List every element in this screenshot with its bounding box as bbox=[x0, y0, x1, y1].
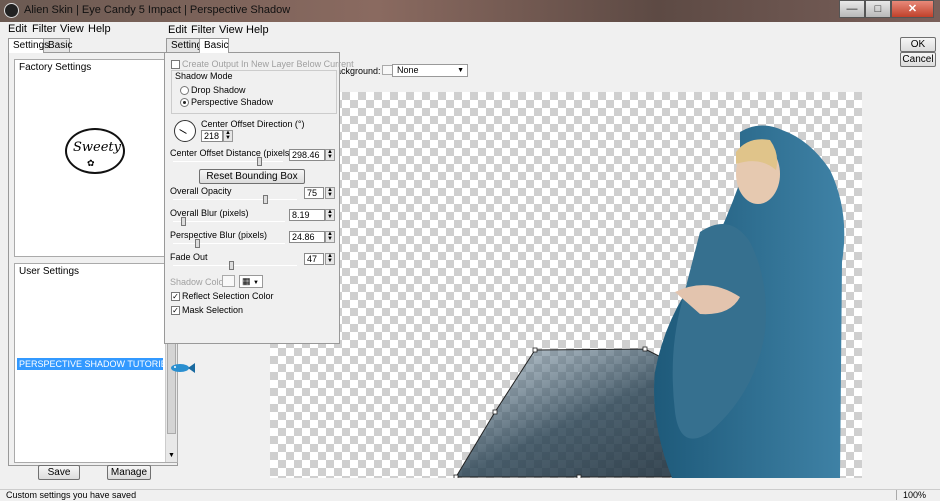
user-settings-label: User Settings bbox=[19, 266, 80, 277]
scroll-down-icon[interactable]: ▼ bbox=[167, 451, 176, 461]
maximize-button[interactable]: □ bbox=[865, 0, 891, 18]
status-bar: Custom settings you have saved 100% bbox=[0, 489, 940, 501]
basic-tab-settings[interactable]: Settings bbox=[166, 38, 207, 52]
preview-artwork bbox=[453, 125, 845, 478]
tab-settings[interactable]: Settings bbox=[8, 38, 49, 53]
opacity-stepper[interactable]: ▲ ▼ bbox=[325, 187, 335, 199]
chevron-down-icon: ▼ bbox=[457, 67, 464, 74]
perspective-shadow-radio[interactable] bbox=[180, 98, 189, 107]
manage-button[interactable]: Manage bbox=[107, 465, 151, 480]
mask-selection-checkbox[interactable]: ✓ bbox=[171, 306, 180, 315]
app-icon bbox=[4, 3, 19, 18]
chevron-down-icon: ▼ bbox=[253, 280, 259, 286]
create-output-checkbox[interactable] bbox=[171, 60, 180, 69]
status-text: Custom settings you have saved bbox=[6, 490, 137, 500]
distance-slider-thumb[interactable] bbox=[257, 157, 262, 166]
basic-panel: Create Output In New Layer Below Current… bbox=[164, 52, 354, 344]
user-settings-group: User Settings PERSPECTIVE SHADOW TUTORIE… bbox=[14, 263, 178, 463]
factory-settings-label: Factory Settings bbox=[19, 62, 92, 73]
overall-blur-input[interactable]: 8.19 bbox=[289, 209, 325, 221]
background-value: None bbox=[397, 65, 419, 75]
background-dropdown[interactable]: None ▼ bbox=[392, 64, 468, 77]
overall-blur-slider-thumb[interactable] bbox=[181, 217, 186, 226]
center-offset-direction-label: Center Offset Direction (°) bbox=[201, 119, 305, 129]
overall-blur-stepper[interactable]: ▲ ▼ bbox=[325, 209, 335, 221]
distance-stepper[interactable]: ▲ ▼ bbox=[325, 149, 335, 161]
direction-input[interactable]: 218 bbox=[201, 130, 223, 142]
perspective-blur-slider-thumb[interactable] bbox=[195, 239, 200, 248]
menu-help[interactable]: Help bbox=[88, 23, 111, 35]
basic-menu-bar: Edit Filter View Help bbox=[164, 23, 340, 38]
grid-icon: ▦ bbox=[242, 276, 251, 286]
settings-panel: Factory Settings Sweety ✿ User Settings … bbox=[8, 52, 178, 466]
drop-shadow-radio[interactable] bbox=[180, 86, 189, 95]
reflect-selection-color-label: Reflect Selection Color bbox=[182, 291, 274, 301]
title-bar: Alien Skin | Eye Candy 5 Impact | Perspe… bbox=[0, 0, 940, 22]
basic-menu-filter[interactable]: Filter bbox=[191, 24, 215, 36]
distance-input[interactable]: 298.46 bbox=[289, 149, 325, 161]
direction-dial[interactable] bbox=[174, 120, 196, 142]
menu-filter[interactable]: Filter bbox=[32, 23, 56, 35]
ok-button[interactable]: OK bbox=[900, 37, 936, 52]
save-button[interactable]: Save bbox=[38, 465, 80, 480]
basic-tab-basic[interactable]: Basic bbox=[199, 38, 229, 53]
fade-out-slider-thumb[interactable] bbox=[229, 261, 234, 270]
fish-pointer-icon bbox=[171, 363, 195, 373]
center-offset-distance-label: Center Offset Distance (pixels) bbox=[170, 148, 293, 158]
preview-canvas[interactable] bbox=[270, 92, 862, 478]
perspective-shadow-label: Perspective Shadow bbox=[191, 97, 274, 107]
fade-out-input[interactable]: 47 bbox=[304, 253, 324, 265]
perspective-blur-slider[interactable] bbox=[173, 243, 285, 244]
user-setting-item[interactable]: PERSPECTIVE SHADOW TUTORIEL 7 bbox=[17, 358, 163, 370]
menu-bar: Edit Filter View Help bbox=[0, 22, 940, 38]
perspective-blur-label: Perspective Blur (pixels) bbox=[170, 230, 268, 240]
opacity-slider[interactable] bbox=[173, 199, 297, 200]
reset-bounding-box-button[interactable]: Reset Bounding Box bbox=[199, 169, 305, 184]
menu-edit[interactable]: Edit bbox=[8, 23, 27, 35]
distance-slider[interactable] bbox=[173, 161, 283, 162]
perspective-blur-stepper[interactable]: ▲ ▼ bbox=[325, 231, 335, 243]
mask-selection-label: Mask Selection bbox=[182, 305, 244, 315]
drop-shadow-label: Drop Shadow bbox=[191, 85, 246, 95]
fade-out-stepper[interactable]: ▲ ▼ bbox=[325, 253, 335, 265]
zoom-level: 100% bbox=[895, 490, 926, 500]
logo-text: Sweety bbox=[73, 140, 121, 155]
direction-stepper[interactable]: ▲ ▼ bbox=[223, 130, 233, 142]
cancel-button[interactable]: Cancel bbox=[900, 52, 936, 67]
sweety-logo: Sweety ✿ bbox=[65, 128, 125, 174]
close-button[interactable]: ✕ bbox=[891, 0, 934, 18]
window-title: Alien Skin | Eye Candy 5 Impact | Perspe… bbox=[24, 4, 291, 16]
window-controls: — □ ✕ bbox=[839, 0, 934, 18]
minimize-button[interactable]: — bbox=[839, 0, 865, 18]
basic-menu-edit[interactable]: Edit bbox=[168, 24, 187, 36]
opacity-slider-thumb[interactable] bbox=[263, 195, 268, 204]
overall-blur-slider[interactable] bbox=[173, 221, 285, 222]
fade-out-label: Fade Out bbox=[170, 252, 208, 262]
perspective-blur-input[interactable]: 24.86 bbox=[289, 231, 325, 243]
basic-menu-view[interactable]: View bbox=[219, 24, 243, 36]
shadow-color-label: Shadow Color bbox=[170, 277, 227, 287]
reflect-selection-color-checkbox[interactable]: ✓ bbox=[171, 292, 180, 301]
shadow-mode-label: Shadow Mode bbox=[175, 71, 233, 81]
basic-menu-help[interactable]: Help bbox=[246, 24, 269, 36]
shadow-color-picker[interactable]: ▦ ▼ bbox=[239, 275, 263, 288]
create-output-label: Create Output In New Layer Below Current bbox=[182, 59, 354, 69]
flower-icon: ✿ bbox=[87, 158, 95, 168]
shadow-color-swatch[interactable] bbox=[222, 275, 235, 287]
opacity-input[interactable]: 75 bbox=[304, 187, 324, 199]
factory-settings-group: Factory Settings Sweety ✿ bbox=[14, 59, 172, 257]
overall-opacity-label: Overall Opacity bbox=[170, 186, 232, 196]
menu-view[interactable]: View bbox=[60, 23, 84, 35]
fade-out-slider[interactable] bbox=[173, 265, 297, 266]
